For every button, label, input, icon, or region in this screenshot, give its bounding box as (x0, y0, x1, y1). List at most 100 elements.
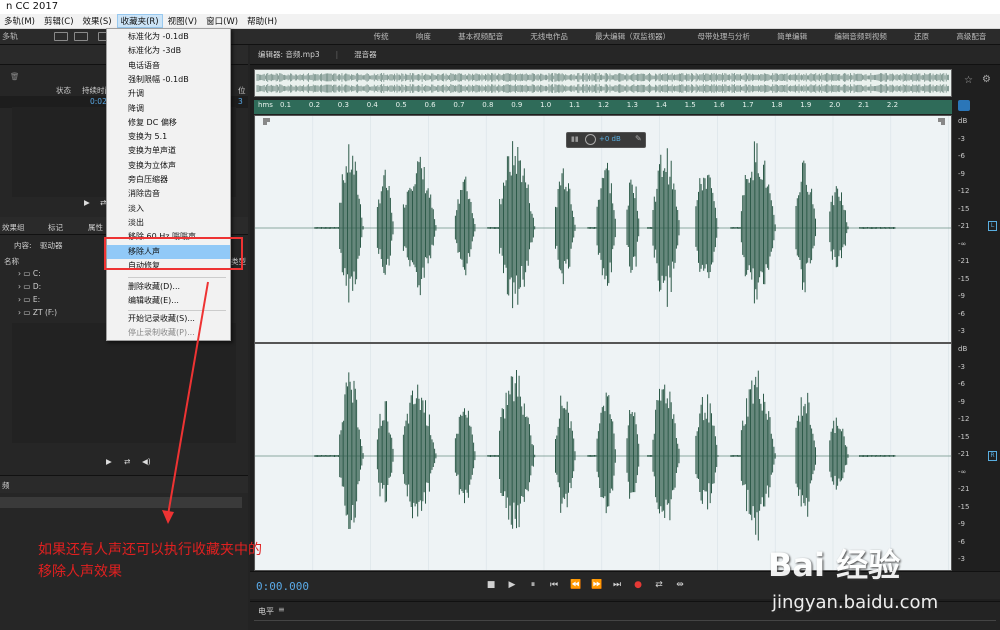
workspace-classic[interactable]: 传统 (374, 31, 389, 42)
tab-properties[interactable]: 属性 (88, 222, 103, 233)
drive-c-label: C: (32, 269, 41, 278)
channel-waveform (314, 141, 896, 309)
favorite-item-8[interactable]: 变换为单声道 (107, 144, 230, 158)
favorite-item-6[interactable]: 修复 DC 偏移 (107, 116, 230, 130)
volume-hud[interactable]: ▮▮ +0 dB ✎ (566, 132, 646, 148)
ruler-tick: 2.0 (829, 101, 841, 109)
ruler-tick: 1.5 (684, 101, 696, 109)
db-label: -9 (958, 292, 965, 300)
db-label: -12 (958, 187, 970, 195)
menu-help[interactable]: 帮助(H) (243, 14, 281, 28)
waveform-display[interactable] (254, 115, 952, 571)
favorite-item-4[interactable]: 升调 (107, 87, 230, 101)
knob-icon[interactable] (585, 134, 596, 145)
play-icon[interactable]: ▶ (507, 578, 517, 592)
play-icon[interactable]: ▶ (84, 198, 90, 207)
favorite-command-2[interactable]: 开始记录收藏(S)... (107, 312, 230, 326)
fade-in-handle[interactable] (263, 118, 270, 125)
content-value[interactable]: 驱动器 (40, 240, 63, 251)
time-ruler[interactable]: hms 0.1 0.2 0.3 0.4 0.5 0.6 0.7 0.8 0.9 1.0 1.1 1.2 1… (254, 100, 952, 114)
favorite-item-9[interactable]: 变换为立体声 (107, 159, 230, 173)
favorite-item-7[interactable]: 变换为 5.1 (107, 130, 230, 144)
db-label: -15 (958, 502, 970, 511)
drive-d[interactable]: › ▭ D: (18, 282, 41, 291)
overview-waveform[interactable] (254, 69, 952, 97)
spectral-view-icon[interactable] (74, 32, 88, 41)
record-icon[interactable]: ● (633, 578, 643, 592)
workspace-simple[interactable]: 简单编辑 (777, 31, 807, 42)
workspace-mastering[interactable]: 母带处理与分析 (697, 31, 750, 42)
menu-multitrack[interactable]: 多轨(M) (0, 14, 39, 28)
snap-icon[interactable] (958, 100, 970, 111)
channel-right-toggle[interactable]: R (988, 451, 997, 461)
menu-separator (128, 277, 226, 279)
tab-separator: | (335, 50, 339, 59)
workspace-reset[interactable]: 还原 (914, 31, 929, 42)
drive-f[interactable]: › ▭ ZT (F:) (18, 308, 57, 317)
tab-editor[interactable]: 编辑器: 音频.mp3 (250, 49, 328, 60)
ruler-tick: 0.3 (337, 101, 349, 109)
stop-icon[interactable]: ■ (486, 578, 496, 592)
skip-selection-icon[interactable]: ⇹ (675, 578, 685, 592)
settings-icon[interactable]: ⚙ (982, 74, 991, 85)
ruler-tick: 1.1 (569, 101, 581, 109)
favorite-item-10[interactable]: 旁白压缩器 (107, 173, 230, 187)
drive-c[interactable]: › ▭ C: (18, 269, 41, 278)
workspace-edit-video[interactable]: 编辑音频到视频 (834, 31, 887, 42)
history-row[interactable] (0, 497, 242, 508)
star-icon[interactable]: ☆ (964, 75, 973, 86)
hud-value: +0 dB (599, 135, 621, 143)
favorite-item-11[interactable]: 消除齿音 (107, 187, 230, 201)
db-label: -9 (958, 520, 965, 528)
favorite-item-0[interactable]: 标准化为 -0.1dB (107, 30, 230, 44)
pause-icon[interactable]: ⏸ (528, 578, 538, 592)
drive-f-label: ZT (F:) (32, 308, 58, 317)
workspace-radio[interactable]: 无线电作品 (530, 31, 568, 42)
channel-left-toggle[interactable]: L (988, 221, 997, 231)
favorite-item-3[interactable]: 强制限幅 -0.1dB (107, 73, 230, 87)
favorite-item-13[interactable]: 淡出 (107, 216, 230, 230)
menu-effects[interactable]: 效果(S) (79, 14, 116, 28)
loop-icon[interactable]: ⇄ (654, 578, 664, 592)
skip-end-icon[interactable]: ⏭ (612, 578, 622, 592)
tab-mixer[interactable]: 混音器 (346, 49, 385, 60)
workspace-max-edit[interactable]: 最大编辑（双监视器） (595, 31, 670, 42)
fade-out-handle[interactable] (938, 118, 945, 125)
media-volume-icon[interactable]: ◀) (142, 457, 151, 466)
editor-tabs: 编辑器: 音频.mp3 | 混音器 (250, 45, 1000, 65)
workspace-advanced-dub[interactable]: 高级配音 (956, 31, 986, 42)
channel-divider (255, 342, 951, 344)
levels-menu-icon[interactable]: ≡ (278, 605, 285, 614)
pin-icon[interactable]: ✎ (635, 134, 642, 143)
media-loop-icon[interactable]: ⇄ (124, 457, 130, 466)
fast-forward-icon[interactable]: ⏩ (591, 578, 602, 592)
workspace-video-dub[interactable]: 基本视频配音 (458, 31, 503, 42)
favorite-command-1[interactable]: 编辑收藏(E)... (107, 294, 230, 308)
favorite-command-0[interactable]: 删除收藏(D)... (107, 280, 230, 294)
favorite-item-1[interactable]: 标准化为 -3dB (107, 44, 230, 58)
favorite-item-5[interactable]: 降调 (107, 102, 230, 116)
db-label: -6 (958, 309, 965, 318)
favorite-command-3: 停止录制收藏(P)... (128, 328, 195, 337)
menu-window[interactable]: 窗口(W) (202, 14, 242, 28)
tab-effects-rack[interactable]: 效果组 (2, 222, 25, 233)
menu-clip[interactable]: 剪辑(C) (40, 14, 78, 28)
multitrack-label[interactable]: 多轨 (2, 31, 18, 42)
menu-favorites[interactable]: 收藏夹(R) (116, 14, 163, 28)
status-column: 状态 (56, 86, 71, 95)
trash-icon[interactable]: 🗑 (10, 72, 20, 81)
menu-view[interactable]: 视图(V) (164, 14, 201, 28)
media-play-icon[interactable]: ▶ (106, 457, 112, 466)
drive-e[interactable]: › ▭ E: (18, 295, 40, 304)
favorite-item-12[interactable]: 淡入 (107, 202, 230, 216)
waveform-view-icon[interactable] (54, 32, 68, 41)
menu-bar: 多轨(M) 剪辑(C) 效果(S) 收藏夹(R) 视图(V) 窗口(W) 帮助(… (0, 14, 1000, 29)
tab-markers[interactable]: 标记 (48, 222, 63, 233)
rewind-icon[interactable]: ⏪ (570, 578, 581, 592)
name-header[interactable]: 名称 (4, 256, 19, 267)
annotation-line-1: 如果还有人声还可以执行收藏夹中的 (38, 542, 262, 558)
skip-start-icon[interactable]: ⏮ (549, 578, 559, 592)
favorite-item-2[interactable]: 电话语音 (107, 59, 230, 73)
workspace-loudness[interactable]: 响度 (416, 31, 431, 42)
db-label: -3 (958, 327, 965, 335)
